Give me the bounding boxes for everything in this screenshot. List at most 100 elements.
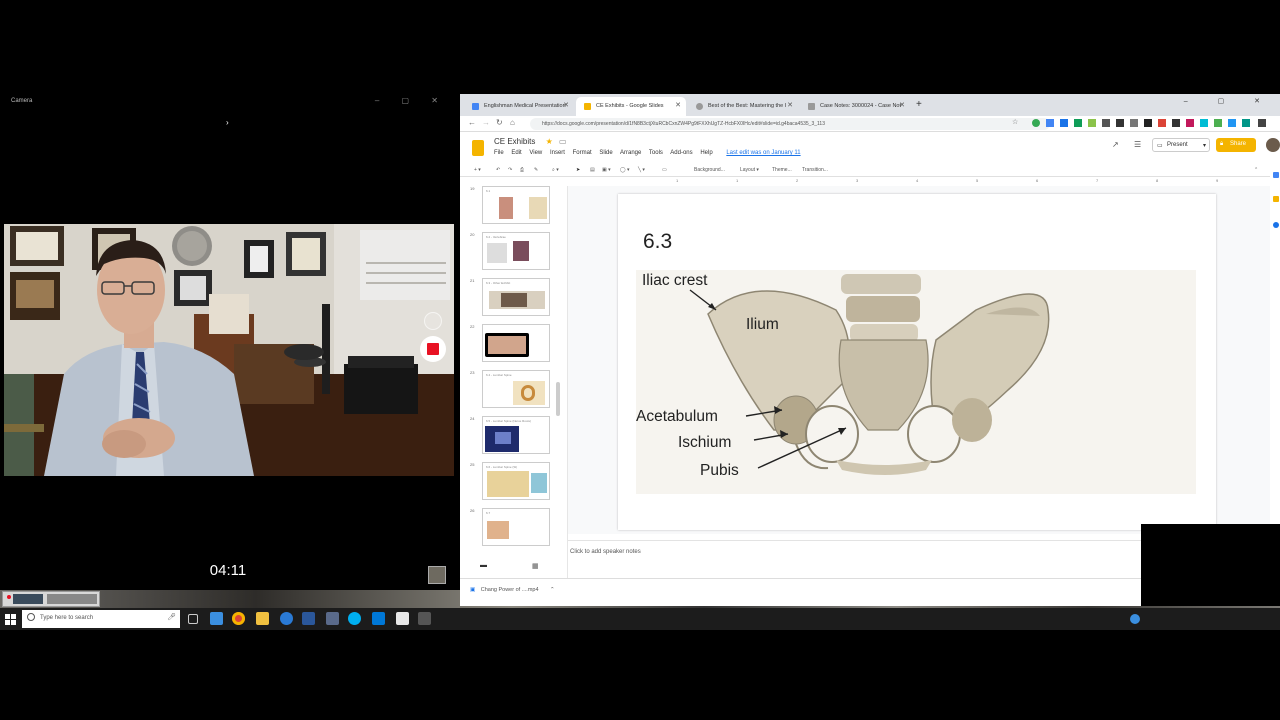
menu-slide[interactable]: Slide <box>599 150 612 156</box>
print-icon[interactable]: ⎙ <box>520 167 524 173</box>
slide-thumbnail[interactable]: 6.6 - Lumbar Spine (SI) <box>482 462 550 500</box>
taskbar-search[interactable]: Type here to search 🎤︎ <box>22 610 180 628</box>
activity-icon[interactable]: ↗ <box>1112 140 1119 149</box>
tasks-icon[interactable] <box>1273 222 1279 228</box>
microphone-icon[interactable]: 🎤︎ <box>167 613 176 621</box>
layout-button[interactable]: Layout ▾ <box>740 167 759 173</box>
line-icon[interactable]: ╲ ▾ <box>638 167 645 173</box>
background-button[interactable]: Background... <box>694 167 725 173</box>
menu-insert[interactable]: Insert <box>550 150 565 156</box>
chevron-up-icon[interactable]: ⌃ <box>550 587 555 593</box>
close-icon[interactable]: ✕ <box>899 101 905 109</box>
windows-start-icon[interactable] <box>5 613 17 625</box>
paint-format-icon[interactable]: ✎ <box>534 167 538 173</box>
url-field[interactable]: https://docs.google.com/presentation/d/1… <box>530 118 1050 130</box>
chrome-icon[interactable] <box>232 612 245 625</box>
lock-icon: 🔒︎ <box>1220 141 1224 147</box>
menu-tools[interactable]: Tools <box>649 150 663 156</box>
textbox-icon[interactable]: ▤ <box>590 167 595 173</box>
slide-thumbnail[interactable]: 6.4 - Lumbar Spine <box>482 370 550 408</box>
slide-number-title[interactable]: 6.3 <box>643 230 672 254</box>
label-ilium: Ilium <box>746 316 779 333</box>
chevron-down-icon[interactable]: ▾ <box>1203 142 1206 149</box>
tab-case-notes[interactable]: Case Notes: 3000024 - Case Not ✕ <box>800 97 910 116</box>
camera-pause-button[interactable] <box>424 312 442 330</box>
transition-button[interactable]: Transition... <box>802 167 828 173</box>
menu-arrange[interactable]: Arrange <box>620 150 641 156</box>
menu-format[interactable]: Format <box>573 150 592 156</box>
share-button[interactable]: 🔒︎ Share <box>1216 138 1256 152</box>
mail-icon[interactable] <box>372 612 385 625</box>
file-explorer-icon[interactable] <box>256 612 269 625</box>
tab-englishman-presentation[interactable]: Englishman Medical Presentation ✕ <box>464 97 574 116</box>
grid-view-icon[interactable]: ▦ <box>532 562 539 570</box>
pin-icon[interactable] <box>210 612 223 625</box>
ezvid-taskbar-preview[interactable] <box>2 591 100 607</box>
image-icon[interactable]: ▣ ▾ <box>602 167 611 173</box>
filmstrip-scrollbar[interactable] <box>556 382 560 416</box>
slide-thumbnail[interactable] <box>482 324 550 362</box>
close-icon[interactable]: ✕ <box>787 101 793 109</box>
forward-icon[interactable]: → <box>482 118 490 127</box>
slide-thumbnail[interactable]: 6.7 <box>482 508 550 546</box>
menu-file[interactable]: File <box>494 150 504 156</box>
home-icon[interactable]: ⌂ <box>510 118 515 127</box>
user-avatar[interactable] <box>1266 138 1280 152</box>
slide-thumbnail[interactable]: 6.1 <box>482 186 550 224</box>
speaker-notes-placeholder[interactable]: Click to add speaker notes <box>570 549 641 555</box>
camera-last-capture-thumbnail[interactable] <box>428 566 446 584</box>
menu-help[interactable]: Help <box>700 150 712 156</box>
filmstrip-view-icon[interactable]: ▬ <box>480 562 487 569</box>
slide-thumbnail[interactable]: 6.3 - Other Exhibit <box>482 278 550 316</box>
slides-logo[interactable] <box>472 140 484 156</box>
new-slide-icon[interactable]: + ▾ <box>474 167 481 173</box>
menu-view[interactable]: View <box>529 150 542 156</box>
document-title[interactable]: CE Exhibits ★ ▭ <box>494 137 567 146</box>
select-cursor-icon[interactable]: ➤ <box>576 167 580 173</box>
r-app-icon[interactable] <box>326 612 339 625</box>
redo-icon[interactable]: ↷ <box>508 167 512 173</box>
camera-window-controls[interactable]: – ▢ ✕ <box>375 96 448 105</box>
reload-icon[interactable]: ↻ <box>496 118 503 127</box>
slide-filmstrip[interactable]: 19 6.1 20 6.2 - Vertebrae 21 6.3 - Other… <box>460 186 568 578</box>
menu-edit[interactable]: Edit <box>511 150 521 156</box>
menu-addons[interactable]: Add-ons <box>670 150 692 156</box>
task-view-icon[interactable] <box>188 614 198 624</box>
extension-icons[interactable] <box>1032 119 1270 128</box>
camera-icon[interactable] <box>418 612 431 625</box>
office-scene-image <box>4 224 454 476</box>
star-icon[interactable]: ★ <box>546 137 553 146</box>
word-icon[interactable] <box>302 612 315 625</box>
camera-settings-arrow-icon[interactable]: › <box>226 118 229 127</box>
edge-icon[interactable] <box>280 612 293 625</box>
collapse-toolbar-icon[interactable]: ⌃ <box>1254 167 1258 173</box>
zoom-icon[interactable]: ⌕ ▾ <box>552 167 559 173</box>
new-tab-button[interactable]: + <box>916 99 922 110</box>
camera-record-button[interactable] <box>420 336 446 362</box>
keep-icon[interactable] <box>1273 196 1279 202</box>
comment-icon[interactable]: ▭ <box>662 167 667 173</box>
theme-button[interactable]: Theme... <box>772 167 792 173</box>
shape-icon[interactable]: ◯ ▾ <box>620 167 630 173</box>
network-icon[interactable] <box>1130 614 1140 624</box>
present-button[interactable]: ▭ Present ▾ <box>1152 138 1210 152</box>
folder-icon[interactable]: ▭ <box>559 137 567 146</box>
last-edit-link[interactable]: Last edit was on January 11 <box>726 150 800 156</box>
slide-thumbnail[interactable]: 6.2 - Vertebrae <box>482 232 550 270</box>
tab-ce-exhibits[interactable]: CE Exhibits - Google Slides ✕ <box>576 97 686 116</box>
download-item[interactable]: ▣ Chang Power of ....mp4 ⌃ <box>470 587 555 593</box>
document-icon[interactable] <box>396 612 409 625</box>
slide-thumbnail[interactable]: 6.5 - Lumbar Spine (Nerve Roots) <box>482 416 550 454</box>
calendar-icon[interactable] <box>1273 172 1279 178</box>
close-icon[interactable]: ✕ <box>563 101 569 109</box>
skype-icon[interactable] <box>348 612 361 625</box>
current-slide[interactable]: 6.3 Iliac crest Ilium Acetabulum Ischium… <box>618 194 1216 530</box>
window-controls[interactable]: – ▢ ✕ <box>1184 97 1274 105</box>
bookmark-star-icon[interactable]: ☆ <box>1012 118 1018 126</box>
comments-icon[interactable]: ☰ <box>1134 140 1141 149</box>
back-icon[interactable]: ← <box>468 118 476 127</box>
document-title-text[interactable]: CE Exhibits <box>494 137 535 146</box>
close-icon[interactable]: ✕ <box>675 101 681 109</box>
undo-icon[interactable]: ↶ <box>496 167 500 173</box>
tab-best-of-the-best[interactable]: Best of the Best: Mastering the I ✕ <box>688 97 798 116</box>
